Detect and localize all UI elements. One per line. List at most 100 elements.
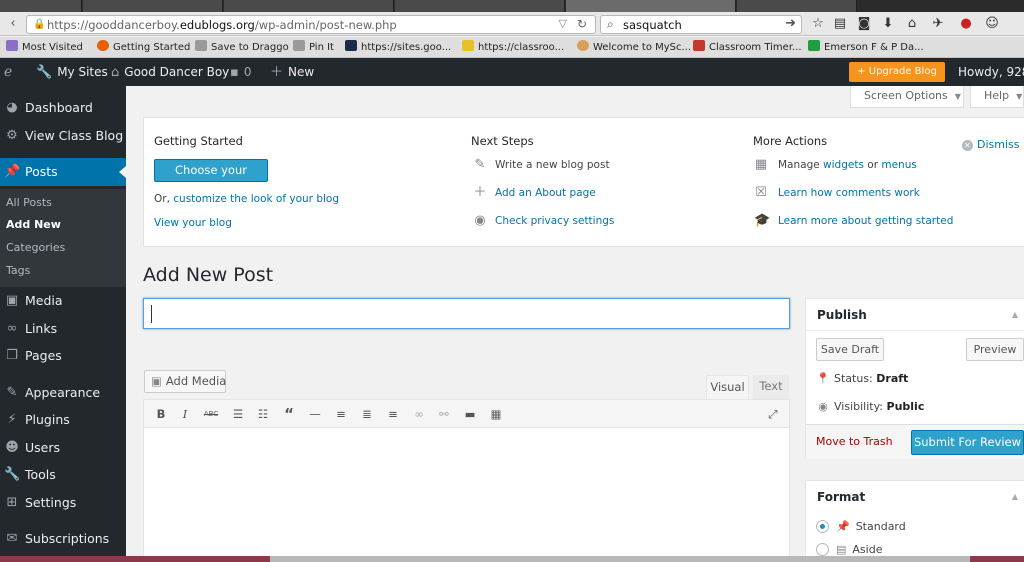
collapse-arrow-icon[interactable]: ▲: [1012, 310, 1018, 319]
welcome-panel: Getting Started Choose your theme Or, cu…: [143, 117, 1024, 247]
submit-for-review-button[interactable]: Submit For Review: [911, 430, 1024, 455]
bookmark-classroom[interactable]: https://classroo...: [462, 40, 564, 55]
toolbar-toggle-icon[interactable]: ▦: [487, 405, 505, 423]
upgrade-blog-button[interactable]: + Upgrade Blog: [849, 62, 945, 82]
back-arrow-icon[interactable]: ‹: [3, 15, 23, 33]
submenu-categories[interactable]: Categories: [6, 238, 65, 258]
pocket-icon[interactable]: ◙: [856, 16, 872, 32]
comments-help-link[interactable]: Learn how comments work: [778, 187, 920, 199]
dismiss-welcome-link[interactable]: ✕ Dismiss: [962, 138, 1020, 151]
browser-tab-active[interactable]: [566, 0, 736, 12]
learn-more-link[interactable]: Learn more about getting started: [778, 215, 953, 227]
reading-list-icon[interactable]: ▤: [832, 16, 848, 32]
submenu-add-new[interactable]: Add New: [6, 215, 61, 235]
align-left-icon[interactable]: ≡: [332, 405, 350, 423]
help-tab[interactable]: Help ▼: [970, 86, 1024, 108]
editor-content-area[interactable]: [143, 428, 790, 562]
widgets-link[interactable]: widgets: [823, 159, 864, 171]
view-blog-link[interactable]: View your blog: [154, 217, 232, 229]
strikethrough-icon[interactable]: ABC: [202, 405, 220, 423]
star-icon[interactable]: ☆: [810, 16, 826, 32]
url-bar[interactable]: 🔒 https://gooddancerboy.edublogs.org/wp-…: [26, 15, 596, 34]
bookmark-emerson[interactable]: Emerson F & P Da...: [808, 40, 924, 55]
submenu-all-posts[interactable]: All Posts: [6, 193, 52, 213]
sidebar-item-pages[interactable]: ❐ Pages: [0, 342, 126, 370]
bookmark-sites-google[interactable]: https://sites.goo...: [345, 40, 451, 55]
browser-tab[interactable]: [0, 0, 82, 12]
submenu-tags[interactable]: Tags: [6, 261, 30, 281]
post-status: 📍 Status: Draft: [816, 372, 909, 385]
italic-icon[interactable]: I: [176, 405, 194, 423]
bookmark-save-to-draggo[interactable]: Save to Draggo: [195, 40, 289, 55]
customize-link[interactable]: customize the look of your blog: [173, 193, 339, 205]
publish-actions: Move to Trash Submit For Review: [806, 424, 1024, 459]
browser-tab[interactable]: [83, 0, 223, 12]
write-post-text[interactable]: Write a new blog post: [495, 159, 610, 171]
preview-button[interactable]: Preview: [966, 338, 1024, 361]
fullscreen-icon[interactable]: ⤢: [764, 405, 782, 423]
browser-tab[interactable]: [224, 0, 394, 12]
bookmark-most-visited[interactable]: Most Visited: [6, 40, 83, 55]
eye-icon: ◉: [818, 400, 828, 413]
browser-tab[interactable]: [395, 0, 565, 12]
sidebar-item-plugins[interactable]: ⚡ Plugins: [0, 406, 126, 434]
send-icon[interactable]: ✈: [930, 16, 946, 32]
sidebar-item-links[interactable]: ∞ Links: [0, 315, 126, 343]
bookmark-pin-it[interactable]: Pin It: [293, 40, 334, 55]
howdy-user-menu[interactable]: Howdy, 9289: [958, 58, 1024, 86]
download-icon[interactable]: ⬇: [880, 16, 896, 32]
new-content-menu[interactable]: ＋ New: [270, 58, 314, 86]
horizontal-line-icon[interactable]: —: [306, 405, 324, 423]
unlink-icon[interactable]: ⚯: [435, 405, 453, 423]
url-dropdown-icon[interactable]: ▽: [559, 17, 567, 30]
page-icon: [195, 40, 207, 51]
browser-tab[interactable]: [737, 0, 857, 12]
comments-menu[interactable]: ▪ 0: [230, 58, 251, 86]
post-title-input[interactable]: [143, 298, 790, 329]
save-draft-button[interactable]: Save Draft: [816, 338, 884, 361]
sidebar-item-settings[interactable]: ⊞ Settings: [0, 489, 126, 517]
format-label-aside: ▤ Aside: [836, 543, 883, 556]
bookmark-classroom-timer[interactable]: Classroom Timer...: [693, 40, 802, 55]
tab-text[interactable]: Text: [753, 375, 789, 399]
edublogs-logo-icon[interactable]: ℯ: [4, 58, 12, 86]
site-name-menu[interactable]: ⌂ Good Dancer Boy: [111, 58, 229, 86]
search-go-arrow-icon[interactable]: ➜: [785, 16, 796, 31]
sidebar-item-media[interactable]: ▣ Media: [0, 287, 126, 315]
bookmark-welcome-myschool[interactable]: Welcome to MySc...: [577, 40, 691, 55]
link-icon: ∞: [6, 321, 18, 336]
blockquote-icon[interactable]: “: [280, 405, 298, 423]
choose-theme-button[interactable]: Choose your theme: [154, 159, 268, 198]
pinterest-icon[interactable]: ●: [958, 16, 974, 32]
bullet-list-icon[interactable]: ☰: [229, 405, 247, 423]
menus-link[interactable]: menus: [881, 159, 916, 171]
sidebar-item-subscriptions[interactable]: ✉ Subscriptions: [0, 525, 126, 553]
sidebar-item-tools[interactable]: 🔧 Tools: [0, 461, 126, 489]
add-media-button[interactable]: ▣ Add Media: [144, 370, 226, 393]
numbered-list-icon[interactable]: ☷: [254, 405, 272, 423]
move-to-trash-link[interactable]: Move to Trash: [816, 435, 893, 448]
sidebar-item-posts[interactable]: 📌 Posts: [0, 158, 126, 186]
format-radio-aside[interactable]: [816, 543, 829, 556]
reload-icon[interactable]: ↻: [577, 17, 587, 31]
align-center-icon[interactable]: ≣: [358, 405, 376, 423]
sidebar-item-users[interactable]: ☻ Users: [0, 434, 126, 462]
tab-visual[interactable]: Visual: [706, 375, 749, 399]
sidebar-item-appearance[interactable]: ✎ Appearance: [0, 379, 126, 407]
privacy-settings-link[interactable]: Check privacy settings: [495, 215, 614, 227]
align-right-icon[interactable]: ≡: [384, 405, 402, 423]
bold-icon[interactable]: B: [152, 405, 170, 423]
sidebar-item-dashboard[interactable]: ◕ Dashboard: [0, 94, 126, 122]
home-icon[interactable]: ⌂: [904, 16, 920, 32]
sidebar-item-view-class-blog[interactable]: ⚙ View Class Blog: [0, 122, 126, 150]
format-radio-standard[interactable]: [816, 520, 829, 533]
search-bar[interactable]: ⌕ sasquatch ➜: [600, 15, 802, 34]
chat-icon[interactable]: ☺: [984, 16, 1000, 32]
add-about-page-link[interactable]: Add an About page: [495, 187, 596, 199]
screen-options-tab[interactable]: Screen Options ▼: [850, 86, 964, 108]
my-sites-menu[interactable]: 🔧 My Sites: [36, 58, 108, 86]
bookmark-getting-started[interactable]: Getting Started: [97, 40, 190, 55]
read-more-icon[interactable]: ▬: [461, 405, 479, 423]
collapse-arrow-icon[interactable]: ▲: [1012, 492, 1018, 501]
link-icon[interactable]: ∞: [410, 405, 428, 423]
